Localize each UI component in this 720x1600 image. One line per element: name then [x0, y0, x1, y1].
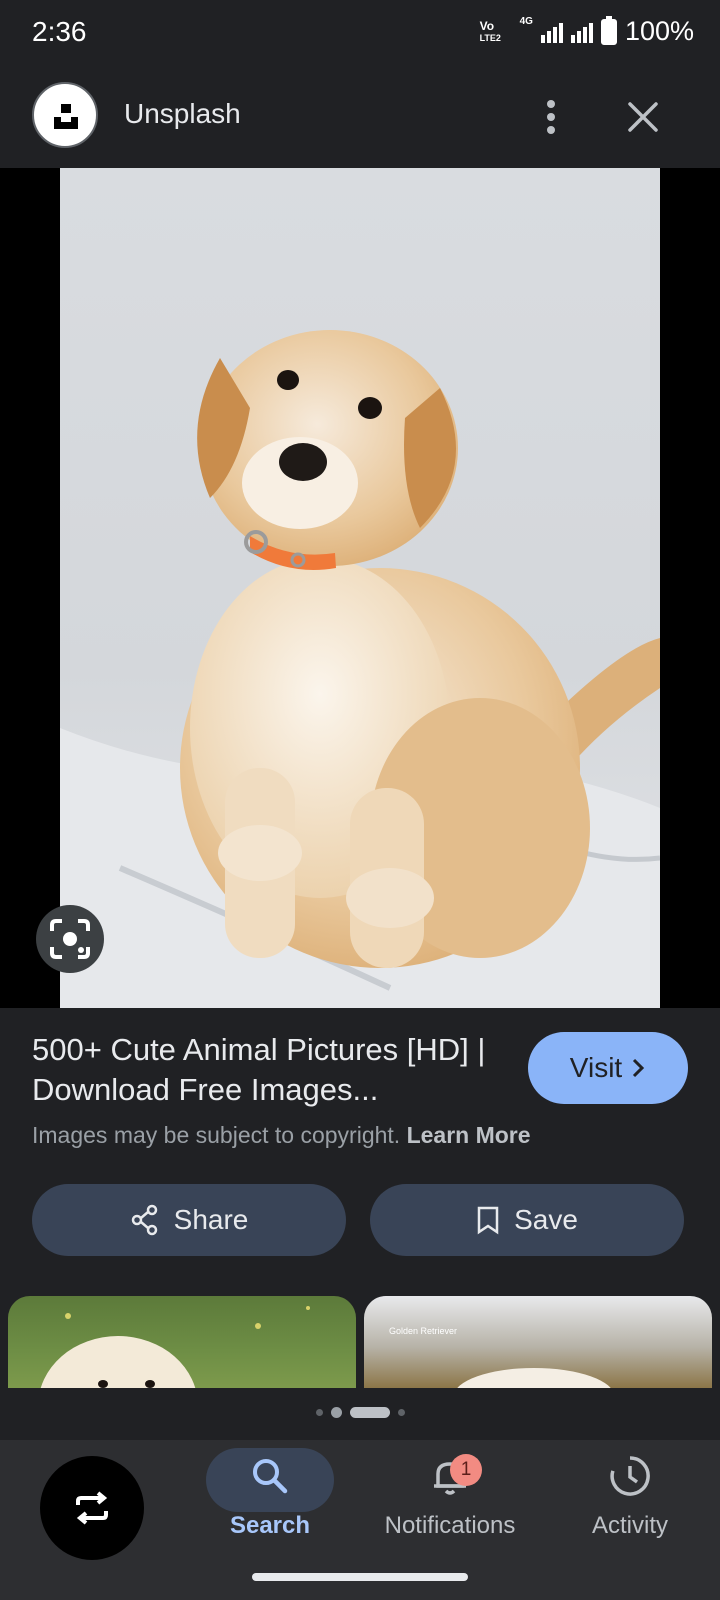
battery-percent: 100% [624, 16, 694, 46]
visit-label: Visit [569, 1052, 623, 1083]
nav-search[interactable]: Search [180, 1440, 360, 1570]
status-time: 2:36 [32, 16, 87, 47]
result-title[interactable]: 500+ Cute Animal Pictures [HD] | Downloa… [32, 1030, 502, 1110]
related-image-1[interactable] [8, 1296, 356, 1388]
image-preview-area [0, 168, 720, 1008]
share-icon [131, 1204, 157, 1236]
close-icon[interactable] [618, 92, 668, 142]
battery-icon [600, 15, 617, 45]
nav-home[interactable]: Home [0, 1440, 180, 1570]
notifications-badge: 1 [450, 1454, 482, 1486]
more-options-icon[interactable] [530, 92, 572, 142]
copyright-notice: Images may be subject to copyright. Lear… [32, 1122, 531, 1148]
activity-icon [610, 1456, 650, 1496]
nav-notifications-label: Notifications [384, 1512, 516, 1539]
learn-more-link[interactable]: Learn More [407, 1122, 531, 1148]
puppy-photo[interactable] [60, 168, 660, 1008]
lens-icon [50, 919, 90, 959]
save-label: Save [514, 1204, 578, 1235]
bookmark-icon [477, 1206, 499, 1235]
carousel-indicator [0, 1407, 720, 1418]
switch-app-button[interactable] [40, 1456, 144, 1560]
chevron-right-icon [633, 1058, 645, 1078]
nav-notifications[interactable]: 1 Notifications [360, 1440, 540, 1570]
google-lens-button[interactable] [36, 905, 104, 973]
image-viewer-header: Unsplash [0, 66, 720, 168]
signal-icon [540, 21, 563, 43]
repeat-icon [76, 1491, 108, 1525]
related-image-2[interactable]: Golden Retriever [364, 1296, 712, 1388]
network-type: 4G [519, 16, 533, 27]
volte-icon: Vo LTE2 [479, 18, 501, 43]
share-button[interactable]: Share [32, 1184, 346, 1256]
save-button[interactable]: Save [370, 1184, 684, 1256]
share-label: Share [173, 1204, 249, 1235]
nav-activity[interactable]: Activity [540, 1440, 720, 1570]
search-icon [253, 1459, 288, 1494]
visit-button[interactable]: Visit [528, 1032, 688, 1104]
nav-search-label: Search [229, 1512, 311, 1539]
signal-icon-2 [570, 21, 593, 43]
nav-activity-label: Activity [591, 1512, 668, 1539]
unsplash-logo-icon[interactable] [32, 82, 98, 148]
status-bar: 2:36 Vo LTE2 4G 100% [0, 0, 720, 66]
gesture-home-bar[interactable] [252, 1573, 468, 1581]
status-icons: Vo LTE2 4G 100% [479, 15, 694, 47]
site-name[interactable]: Unsplash [124, 98, 241, 130]
